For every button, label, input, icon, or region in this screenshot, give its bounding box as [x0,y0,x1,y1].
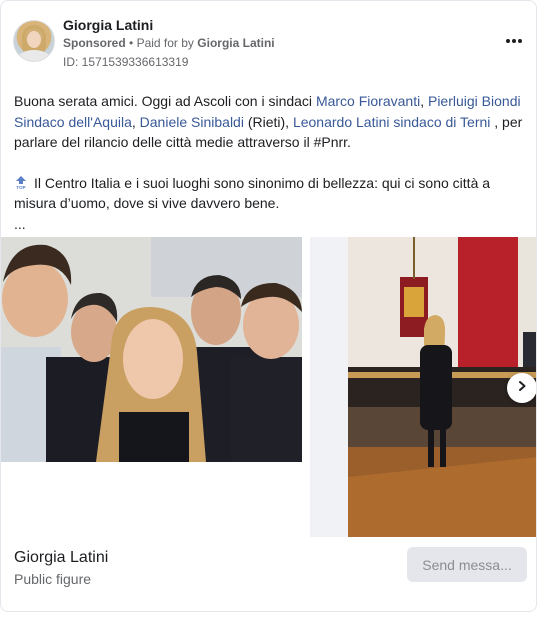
mention-link[interactable]: Leonardo Latini sindaco di Terni [293,114,490,130]
sponsored-label: Sponsored [63,36,126,50]
ad-header: Giorgia Latini Sponsored • Paid for by G… [13,17,528,73]
footer-page-category: Public figure [14,571,92,587]
meta-separator: • [129,36,134,50]
text-run: (Rieti), [243,113,293,130]
paragraph-1: Buona serata amici. Oggi ad Ascoli con i… [14,91,526,153]
text-run: , [131,113,140,130]
ad-body-text: Buona serata amici. Oggi ad Ascoli con i… [14,91,526,234]
paragraph-2: TOP Il Centro Italia e i suoi luoghi son… [14,173,526,214]
paid-for-prefix: Paid for by [136,36,194,50]
more-horizontal-icon [505,39,510,43]
carousel-gap [310,237,348,537]
ad-id: ID: 1571539336613319 [63,55,189,69]
avatar-shoulders [18,50,50,61]
paragraph-2-text: Il Centro Italia e i suoi luoghi sono si… [14,174,491,212]
top-arrow-icon: TOP [14,174,28,190]
footer-page-name[interactable]: Giorgia Latini [14,549,108,567]
page-name[interactable]: Giorgia Latini [63,17,153,33]
carousel-image-selfie[interactable] [1,237,302,462]
more-options-button[interactable] [500,29,528,53]
text-run: , [420,93,428,109]
chevron-right-icon [516,379,528,397]
more-dot [512,39,516,43]
text-run: Buona serata amici. Oggi ad Ascoli con i… [14,93,316,109]
svg-text:TOP: TOP [16,185,25,190]
mention-link[interactable]: Daniele Sinibaldi [140,114,244,130]
send-message-button[interactable]: Send messa... [407,547,527,582]
page-avatar[interactable] [13,20,55,62]
carousel-next-button[interactable] [507,373,536,403]
sponsored-line: Sponsored • Paid for by Giorgia Latini [63,36,275,50]
paid-for-name: Giorgia Latini [197,36,275,50]
ad-card: Giorgia Latini Sponsored • Paid for by G… [0,0,537,612]
mention-link[interactable]: Marco Fioravanti [316,93,420,109]
see-more-ellipsis[interactable]: ... [14,214,526,235]
avatar-face [27,31,41,48]
more-dot [518,39,523,43]
image-carousel[interactable] [1,237,536,537]
